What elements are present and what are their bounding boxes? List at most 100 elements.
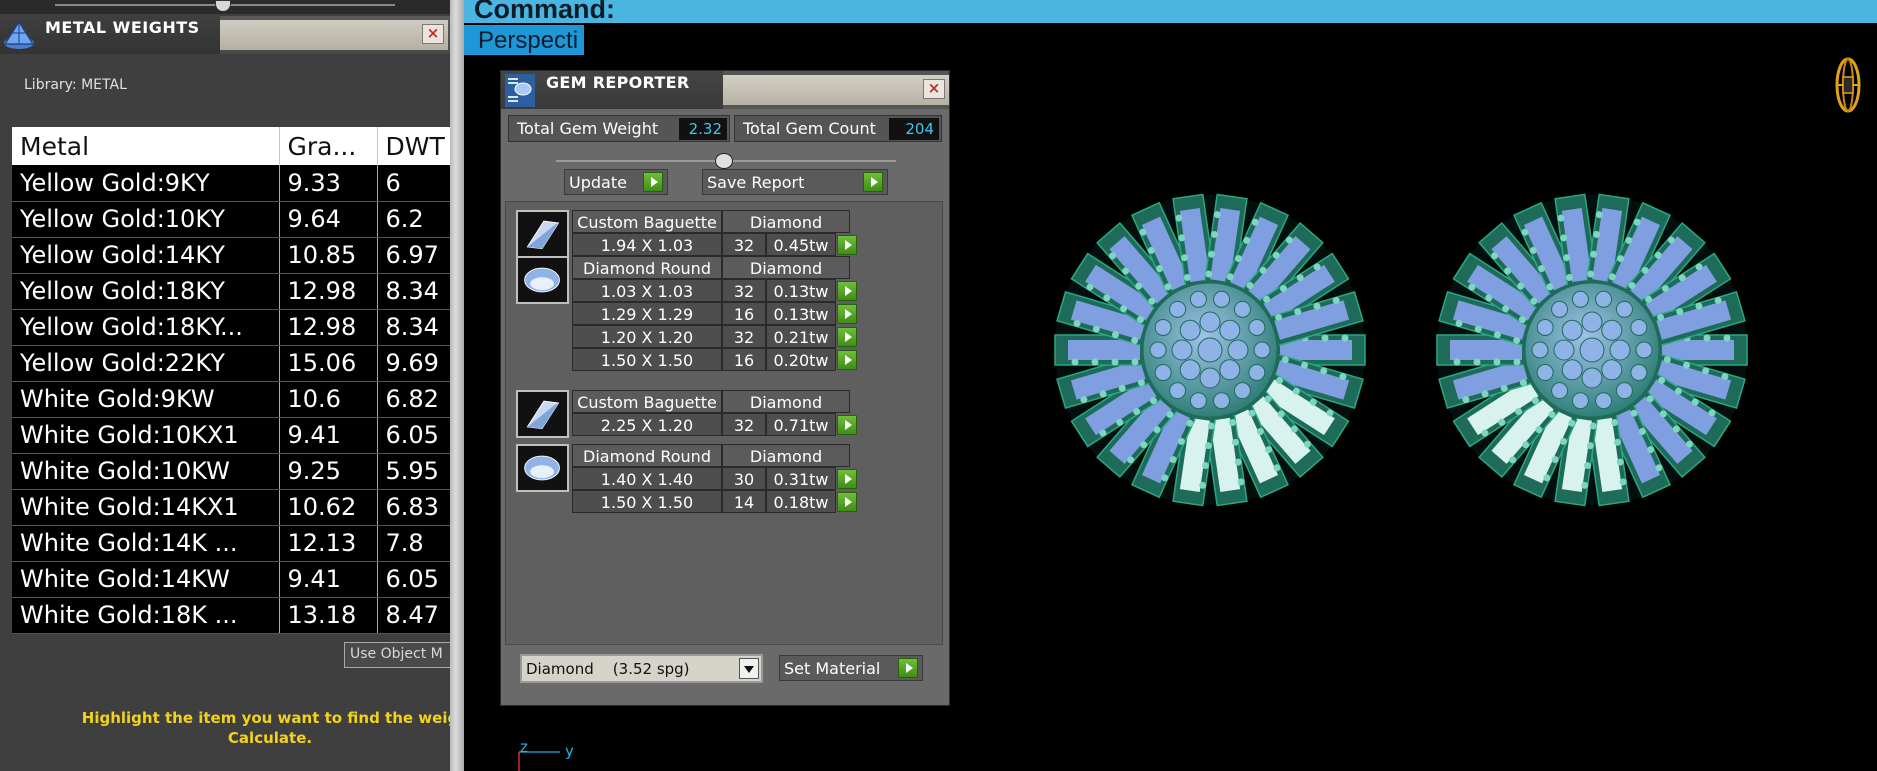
select-gems-button[interactable]: [837, 469, 857, 489]
center-stone: [1595, 392, 1613, 410]
gem-cut-header: Custom Baguette: [572, 210, 722, 233]
library-label: Library: METAL: [24, 77, 127, 93]
table-row[interactable]: White Gold:14KW 9.41 6.05: [12, 561, 450, 598]
table-row[interactable]: White Gold:9KW 10.6 6.82: [12, 381, 450, 418]
center-stone: [1536, 364, 1554, 382]
use-object-button[interactable]: Use Object M: [344, 642, 450, 668]
gem-count-cell: 14: [722, 490, 766, 513]
center-stone: [1571, 392, 1589, 410]
metal-top-slider[interactable]: [0, 0, 450, 14]
table-row[interactable]: White Gold:10KW 9.25 5.95: [12, 453, 450, 490]
center-stone: [1615, 300, 1633, 318]
gem-count-cell: 16: [722, 348, 766, 371]
metal-name-cell: Yellow Gold:18KY...: [12, 309, 280, 346]
dwt-cell: 8.34: [377, 273, 450, 310]
select-gems-button[interactable]: [837, 281, 857, 301]
dwt-cell: 6.97: [377, 237, 450, 274]
gem-count-cell: 32: [722, 279, 766, 302]
select-gems-button[interactable]: [837, 350, 857, 370]
set-material-button[interactable]: Set Material: [779, 655, 923, 681]
slider-knob[interactable]: [715, 153, 733, 169]
axis-y-label: y: [565, 742, 574, 760]
gem-count-cell: 32: [722, 233, 766, 256]
viewport-label-tab[interactable]: Perspecti: [464, 25, 584, 55]
navigation-gizmo-icon[interactable]: [1834, 55, 1862, 115]
table-row[interactable]: Yellow Gold:18KY 12.98 8.34: [12, 273, 450, 310]
save-report-button-label: Save Report: [707, 173, 805, 192]
command-bar[interactable]: Command:: [464, 0, 1877, 24]
metal-name-cell: Yellow Gold:9KY: [12, 165, 280, 202]
update-button[interactable]: Update: [564, 169, 668, 195]
gem-cut-header: Diamond Round: [572, 444, 722, 467]
dwt-cell: 7.8: [377, 525, 450, 562]
select-gems-button[interactable]: [837, 327, 857, 347]
table-row[interactable]: White Gold:18K ... 13.18 8.47: [12, 597, 450, 634]
center-stone: [1169, 382, 1187, 400]
table-row[interactable]: White Gold:14K ... 12.13 7.8: [12, 525, 450, 562]
earring-3d-render: [1054, 193, 1748, 507]
metal-name-cell: White Gold:9KW: [12, 381, 280, 418]
metal-table: Metal Gra... DWT Yellow Gold:9KY 9.33 6 Ye…: [12, 127, 450, 634]
table-row[interactable]: White Gold:10KX1 9.41 6.05: [12, 417, 450, 454]
table-row[interactable]: White Gold:14KX1 10.62 6.83: [12, 489, 450, 526]
column-header-dwt[interactable]: DWT: [377, 127, 450, 165]
table-row[interactable]: Yellow Gold:22KY 15.06 9.69: [12, 345, 450, 382]
center-stone: [1189, 392, 1207, 410]
gem-count-cell: 32: [722, 325, 766, 348]
slider-knob[interactable]: [215, 0, 231, 12]
center-stone: [1248, 364, 1266, 382]
center-stone: [1561, 319, 1583, 341]
table-row[interactable]: Yellow Gold:9KY 9.33 6: [12, 165, 450, 202]
close-icon[interactable]: ×: [422, 24, 444, 44]
gem-reporter-icon: [505, 74, 535, 107]
grams-cell: 10.62: [279, 489, 378, 526]
gem-size-slider[interactable]: [556, 153, 896, 169]
select-gems-button[interactable]: [837, 304, 857, 324]
metal-name-cell: White Gold:14KW: [12, 561, 280, 598]
column-header-metal[interactable]: Metal: [12, 127, 280, 165]
chevron-down-icon[interactable]: [739, 658, 759, 679]
panel-splitter[interactable]: [450, 0, 464, 771]
gem-list: Custom Baguette Diamond 1.94 X 1.03 32 0…: [505, 201, 943, 645]
dwt-cell: 6.82: [377, 381, 450, 418]
save-report-button[interactable]: Save Report: [702, 169, 888, 195]
table-row[interactable]: Yellow Gold:18KY... 12.98 8.34: [12, 309, 450, 346]
dwt-cell: 6.05: [377, 561, 450, 598]
gem-size-cell: 1.94 X 1.03: [572, 233, 722, 256]
center-stone: [1233, 382, 1251, 400]
material-select[interactable]: Diamond (3.52 spg): [520, 654, 763, 683]
center-stone: [1227, 339, 1249, 361]
total-gem-count-label: Total Gem Count: [743, 119, 876, 138]
earring-left[interactable]: [1054, 193, 1366, 507]
gem-material-header: Diamond: [722, 210, 850, 233]
hint-line-2: Calculate.: [227, 729, 313, 747]
center-stone: [1149, 341, 1167, 359]
select-gems-button[interactable]: [837, 235, 857, 255]
play-icon: [643, 172, 663, 192]
play-icon: [898, 658, 918, 678]
metal-weights-title: METAL WEIGHTS: [45, 18, 200, 37]
total-gem-weight-value: 2.32: [679, 118, 727, 140]
center-stone: [1581, 311, 1603, 333]
grams-cell: 15.06: [279, 345, 378, 382]
center-stone: [1199, 311, 1221, 333]
center-stone: [1179, 359, 1201, 381]
total-gem-weight-label: Total Gem Weight: [517, 119, 659, 138]
gem-weight-cell: 0.13tw: [766, 279, 836, 302]
column-header-grams[interactable]: Gra...: [279, 127, 378, 165]
baguette-icon: [516, 210, 569, 258]
center-stone: [1154, 318, 1172, 336]
close-icon[interactable]: ×: [923, 79, 945, 99]
center-stone: [1171, 339, 1193, 361]
metal-name-cell: Yellow Gold:18KY: [12, 273, 280, 310]
table-row[interactable]: Yellow Gold:14KY 10.85 6.97: [12, 237, 450, 274]
app-window: METAL WEIGHTS × Library: METAL Metal Gra…: [0, 0, 1877, 771]
table-row[interactable]: Yellow Gold:10KY 9.64 6.2: [12, 201, 450, 238]
earring-right[interactable]: [1436, 193, 1748, 507]
center-stone: [1551, 300, 1569, 318]
axis-indicator-icon: z y: [518, 738, 574, 771]
center-stone: [1551, 382, 1569, 400]
select-gems-button[interactable]: [837, 415, 857, 435]
grams-cell: 10.6: [279, 381, 378, 418]
select-gems-button[interactable]: [837, 492, 857, 512]
